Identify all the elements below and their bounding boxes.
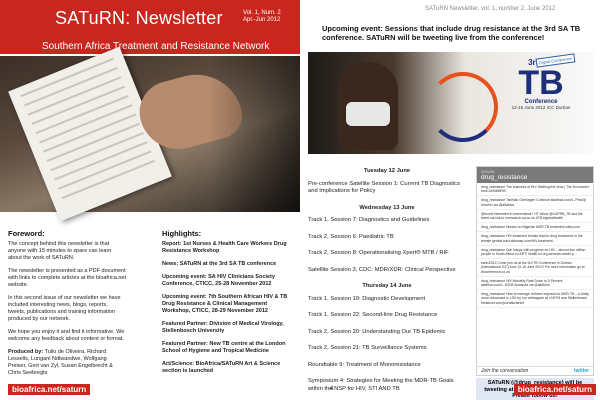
newsletter-title: SATuRN: Newsletter — [55, 8, 223, 28]
twitter-logo[interactable]: twitter — [574, 368, 589, 374]
schedule-day: Thursday 14 June — [362, 283, 412, 289]
cover-photo — [0, 46, 300, 222]
conference-schedule: Tuesday 12 June Pre-conference Satellite… — [308, 166, 466, 400]
tweet[interactable]: drug_resistance The business of HIV: Bat… — [477, 183, 593, 197]
foreword-heading: Foreword: — [8, 229, 45, 238]
foreword-paragraph-1: The concept behind this newsletter is th… — [8, 241, 112, 261]
twitter-handle: drug_resistance — [481, 174, 528, 181]
schedule-item: Track 2, Session 8: Operationalising Xpe… — [308, 250, 449, 256]
conference-photo: 3rd SA TB Conference 12-15 June 2012 ICC… — [308, 52, 594, 154]
running-header: SATuRN Newsletter, vol. 1, number 2, Jun… — [425, 6, 556, 12]
tweet[interactable]: drug_resistance How to manage children e… — [477, 290, 593, 308]
schedule-item: Satellite Session 3, CDC: MDR/XDR: Clini… — [308, 266, 456, 273]
join-conversation-link[interactable]: Join the conversation — [481, 368, 528, 374]
footer-link[interactable]: bioafrica.net/saturn — [513, 384, 596, 395]
highlight-item[interactable]: Featured Partner: New TB centre at the L… — [162, 341, 294, 355]
highlight-item[interactable]: Report: 1st Nurses & Health Care Workers… — [162, 241, 294, 255]
schedule-item: Track 2, Session 6: Paediatric TB — [308, 233, 394, 240]
foreword-paragraph-2: The newsletter is presented as a PDF doc… — [8, 268, 127, 288]
tweet[interactable]: drug_resistance Tshellah Gbehagen Contin… — [477, 196, 593, 210]
event-title: Upcoming event: Sessions that include dr… — [322, 24, 581, 42]
schedule-item: Track 1, Session 7: Diagnostics and Guid… — [308, 217, 430, 223]
twitter-widget: SATuRN drug_resistance drug_resistance T… — [476, 166, 594, 376]
highlights-heading: Highlights: — [162, 229, 202, 238]
newsletter-page-4: SATuRN Newsletter, vol. 1, number 2, Jun… — [300, 0, 600, 400]
produced-by: Produced by: Tulio de Oliveira, Richard … — [8, 349, 126, 377]
issue-date: Apr.-Jun 2012 — [243, 17, 281, 23]
newsletter-subtitle: Southern Africa Treatment and Resistance… — [42, 41, 270, 52]
volume-number: Vol. 1, Num. 2 — [243, 10, 281, 16]
produced-by-label: Produced by: — [8, 349, 44, 355]
schedule-item: Track 1, Session 19: Diagnostic Developm… — [308, 295, 426, 302]
page-number: 4 — [330, 386, 334, 392]
highlight-item[interactable]: Art/Science: BioAfrica/SATuRN Art & Scie… — [162, 361, 294, 375]
schedule-item: Track 1, Session 22: Second-line Drug Re… — [308, 312, 438, 318]
tweet[interactable]: sahiv2012 Come join us at the 3rd TB Con… — [477, 259, 593, 277]
highlight-item[interactable]: Upcoming event: 7th Southern African HIV… — [162, 294, 294, 315]
tweet[interactable]: drug_resistance Nurses on Nigerian MDR-T… — [477, 223, 593, 233]
highlight-item[interactable]: Featured Partner: Division of Medical Vi… — [162, 321, 294, 335]
foreword-paragraph-3: In this second issue of our newsletter w… — [8, 295, 121, 322]
tweet[interactable]: @tcontt Interested in tuberculosis? HT f… — [477, 210, 593, 224]
tweet[interactable]: drug_resistance HIV Mortality Rate Down … — [477, 277, 593, 291]
twitter-widget-footer: Join the conversation twitter — [477, 366, 593, 375]
schedule-item: Roundtable 9: Treatment of Monoresistanc… — [308, 361, 421, 368]
highlight-item[interactable]: News: SATuRN at the 3rd SA TB conference — [162, 261, 294, 268]
footer-link[interactable]: bioafrica.net/saturn — [8, 384, 91, 395]
highlights-column: Highlights: Report: 1st Nurses & Health … — [162, 230, 294, 381]
logo-ring — [428, 72, 498, 142]
tweet[interactable]: drug_resistance HIV treatment breaks lea… — [477, 232, 593, 246]
schedule-item: Track 2, Session 21: TB Surveillance Sys… — [308, 345, 427, 351]
foreword-column: Foreword: The concept behind this newsle… — [8, 230, 126, 383]
schedule-item: Pre-conference Satellite Session 1: Curr… — [308, 180, 460, 195]
highlight-item[interactable]: Upcoming event: SA HIV Clinicians Societ… — [162, 274, 294, 288]
face-mask-image — [346, 102, 390, 126]
schedule-day: Wednesday 13 June — [359, 204, 415, 211]
schedule-day: Tuesday 12 June — [363, 168, 411, 174]
twitter-widget-header: SATuRN drug_resistance — [477, 167, 593, 183]
newsletter-page-1: SATuRN: Newsletter Vol. 1, Num. 2 Apr.-J… — [0, 0, 300, 400]
schedule-item: Track 2, Session 20: Understanding Our T… — [308, 328, 446, 335]
title-bar: SATuRN: Newsletter Vol. 1, Num. 2 Apr.-J… — [0, 0, 300, 54]
foreword-paragraph-4: We hope you enjoy it and find it informa… — [8, 329, 125, 342]
tweet[interactable]: drug_resistance Doh happy with progress … — [477, 246, 593, 260]
volume-info: Vol. 1, Num. 2 Apr.-Jun 2012 — [243, 10, 281, 24]
